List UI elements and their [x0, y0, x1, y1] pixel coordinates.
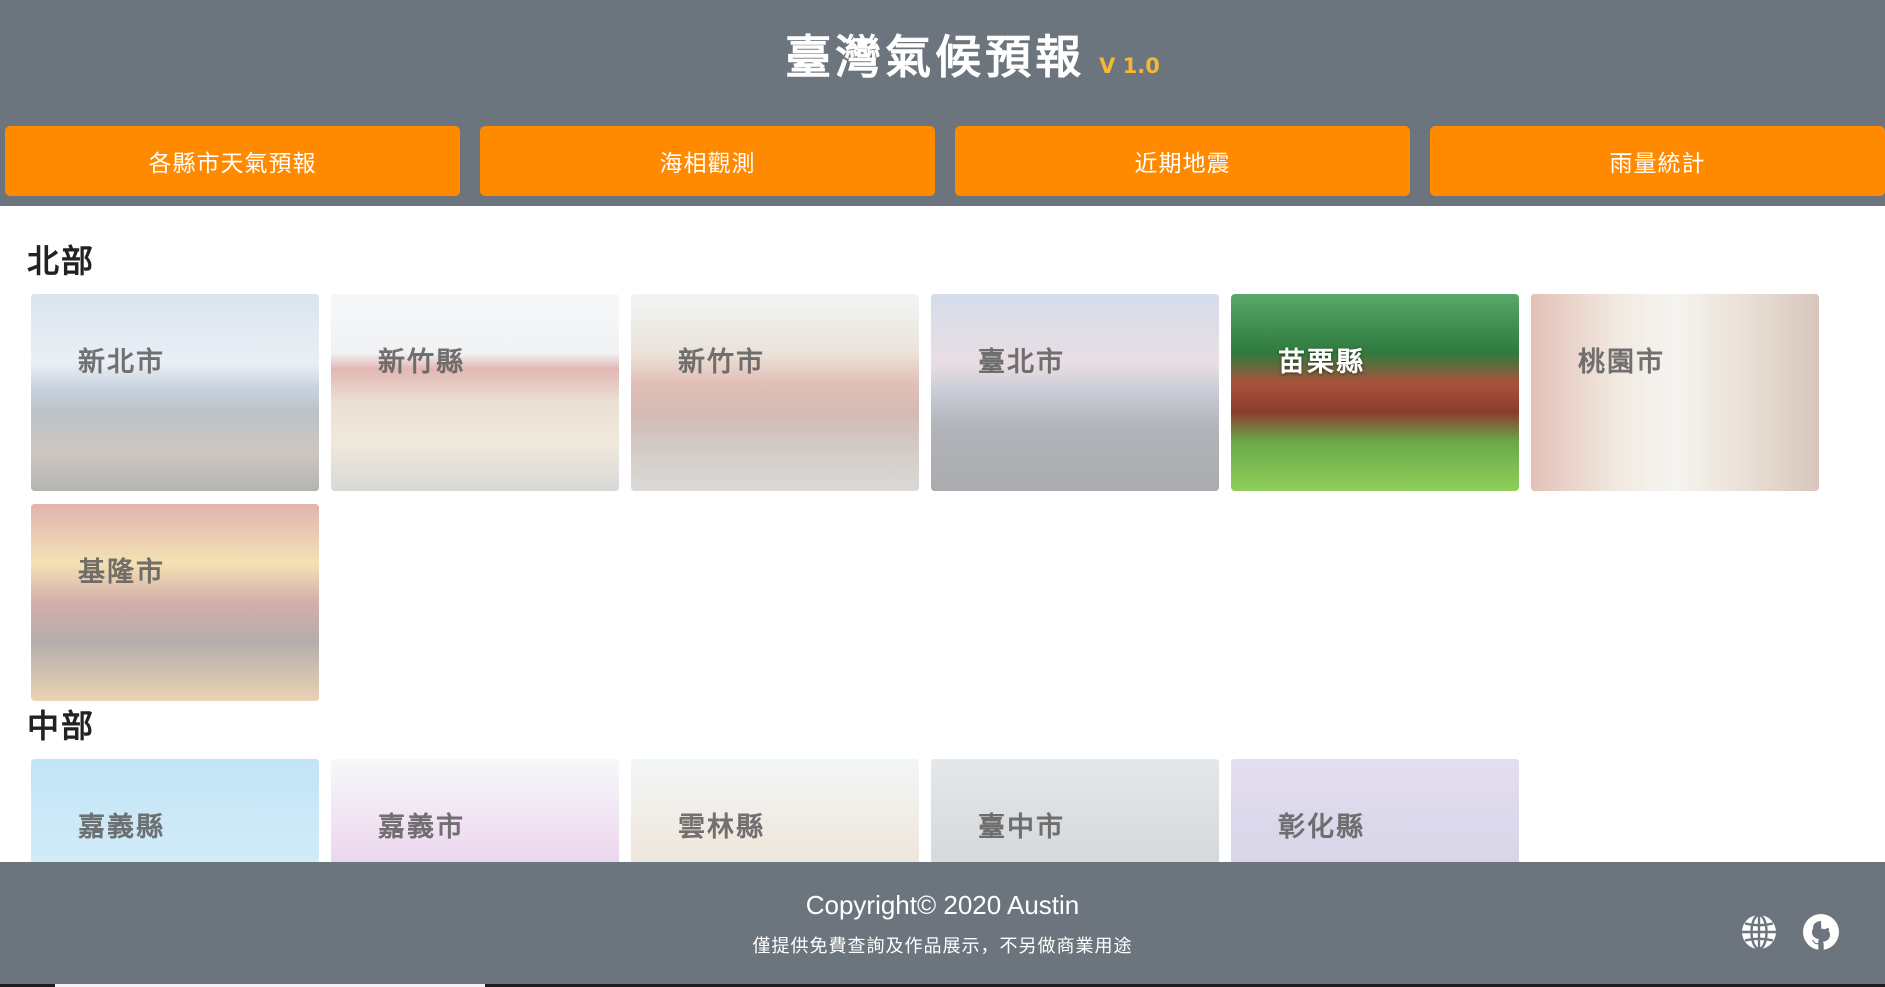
city-name: 新竹縣	[378, 347, 465, 378]
title-wrap: 臺灣氣候預報 V 1.0	[0, 22, 1885, 92]
city-card-chiayi-county[interactable]: 嘉義縣	[31, 759, 319, 862]
city-name: 新竹市	[678, 347, 765, 378]
city-card-hsinchu-city[interactable]: 新竹市	[631, 294, 919, 491]
city-name: 嘉義縣	[78, 812, 165, 843]
city-card-miaoli[interactable]: 苗栗縣	[1231, 294, 1519, 491]
nav-city-forecast-button[interactable]: 各縣市天氣預報	[5, 126, 460, 196]
city-name: 彰化縣	[1278, 812, 1365, 843]
city-card-taoyuan[interactable]: 桃園市	[1531, 294, 1819, 491]
usage-notice: 僅提供免費查詢及作品展示，不另做商業用途	[752, 936, 1133, 957]
city-card-taichung[interactable]: 臺中市	[931, 759, 1219, 862]
city-name: 新北市	[78, 347, 165, 378]
globe-icon[interactable]	[1739, 912, 1779, 952]
city-name: 苗栗縣	[1278, 347, 1365, 378]
version-label: V 1.0	[1099, 54, 1160, 78]
footer-links	[1739, 912, 1841, 952]
city-name: 嘉義市	[378, 812, 465, 843]
nav-rainfall-button[interactable]: 雨量統計	[1430, 126, 1885, 196]
city-name: 桃園市	[1578, 347, 1665, 378]
region-title-central: 中部	[27, 707, 96, 745]
city-card-new-taipei[interactable]: 新北市	[31, 294, 319, 491]
city-name: 臺北市	[978, 347, 1065, 378]
city-name: 基隆市	[78, 557, 165, 588]
github-icon[interactable]	[1801, 912, 1841, 952]
footer: Copyright© 2020 Austin 僅提供免費查詢及作品展示，不另做商…	[0, 862, 1885, 987]
city-card-keelung[interactable]: 基隆市	[31, 504, 319, 701]
city-card-changhua[interactable]: 彰化縣	[1231, 759, 1519, 862]
city-name: 雲林縣	[678, 812, 765, 843]
city-card-taipei[interactable]: 臺北市	[931, 294, 1219, 491]
nav-sea-observation-button[interactable]: 海相觀測	[480, 126, 935, 196]
nav-earthquake-button[interactable]: 近期地震	[955, 126, 1410, 196]
main-nav: 各縣市天氣預報 海相觀測 近期地震 雨量統計	[5, 126, 1885, 196]
city-card-yunlin[interactable]: 雲林縣	[631, 759, 919, 862]
city-card-hsinchu-county[interactable]: 新竹縣	[331, 294, 619, 491]
region-title-north: 北部	[27, 242, 96, 280]
city-card-chiayi-city[interactable]: 嘉義市	[331, 759, 619, 862]
main-content: 北部 新北市 新竹縣 新竹市 臺北市 苗栗縣 桃園市 基隆市 中部 嘉義縣 嘉義…	[0, 206, 1885, 862]
copyright-text: Copyright© 2020 Austin	[805, 890, 1080, 920]
site-title: 臺灣氣候預報	[785, 30, 1086, 84]
city-name: 臺中市	[978, 812, 1065, 843]
header: 臺灣氣候預報 V 1.0 各縣市天氣預報 海相觀測 近期地震 雨量統計	[0, 0, 1885, 206]
